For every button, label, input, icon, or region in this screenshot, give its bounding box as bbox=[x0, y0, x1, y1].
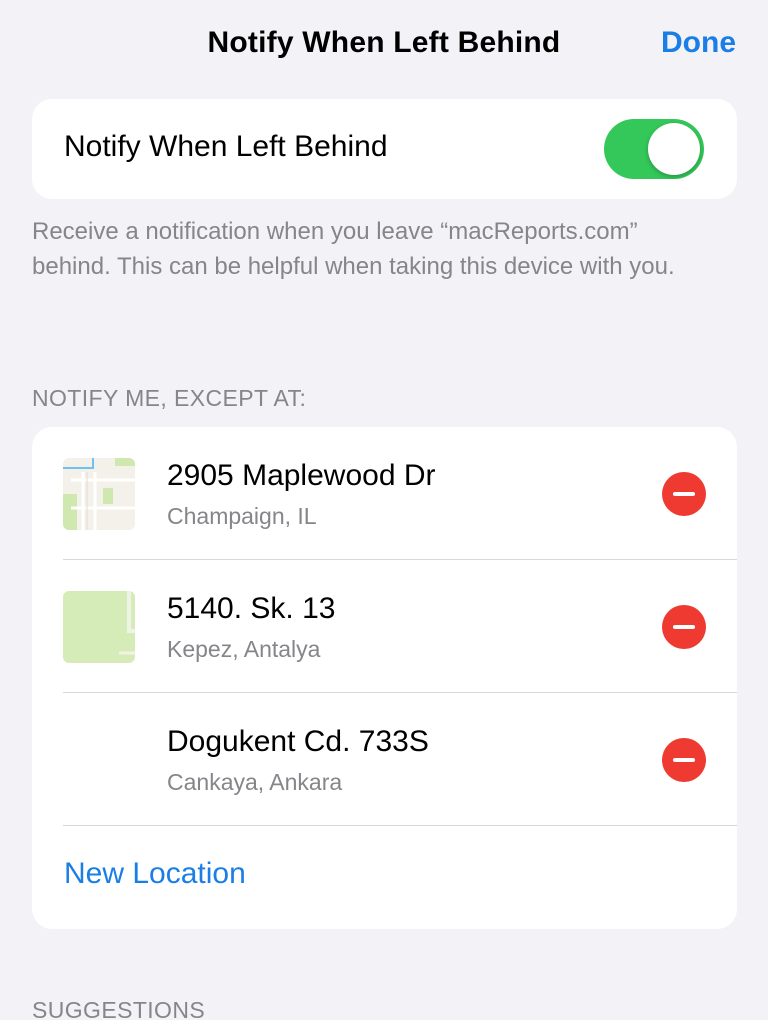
done-button[interactable]: Done bbox=[661, 26, 736, 60]
switch-knob bbox=[648, 123, 700, 175]
location-subtitle: Champaign, IL bbox=[167, 503, 317, 529]
minus-circle-icon[interactable] bbox=[662, 738, 706, 782]
toggle-label: Notify When Left Behind bbox=[64, 130, 388, 163]
location-subtitle: Cankaya, Ankara bbox=[167, 769, 343, 795]
row-divider bbox=[63, 825, 737, 826]
new-location-button[interactable]: New Location bbox=[64, 857, 246, 891]
location-title: Dogukent Cd. 733S bbox=[167, 725, 429, 758]
section-header-except: NOTIFY ME, EXCEPT AT: bbox=[32, 385, 307, 411]
location-row[interactable]: Dogukent Cd. 733S Cankaya, Ankara bbox=[32, 693, 737, 826]
location-title: 5140. Sk. 13 bbox=[167, 592, 336, 625]
location-subtitle: Kepez, Antalya bbox=[167, 636, 321, 662]
locations-list: 2905 Maplewood Dr Champaign, IL 5140. Sk… bbox=[32, 427, 737, 929]
toggle-card: Notify When Left Behind bbox=[32, 99, 737, 199]
location-title: 2905 Maplewood Dr bbox=[167, 459, 436, 492]
toggle-description: Receive a notification when you leave “m… bbox=[32, 218, 675, 280]
minus-circle-icon[interactable] bbox=[662, 605, 706, 649]
notify-toggle-switch[interactable] bbox=[604, 119, 704, 179]
location-row[interactable]: 5140. Sk. 13 Kepez, Antalya bbox=[32, 560, 737, 693]
map-thumbnail bbox=[63, 458, 135, 530]
map-thumbnail bbox=[63, 591, 135, 663]
location-row[interactable]: 2905 Maplewood Dr Champaign, IL bbox=[32, 427, 737, 560]
nav-bar: Notify When Left Behind Done bbox=[0, 0, 768, 92]
minus-circle-icon[interactable] bbox=[662, 472, 706, 516]
section-header-suggestions: SUGGESTIONS bbox=[32, 997, 206, 1020]
screen: Notify When Left Behind Done Notify When… bbox=[0, 0, 768, 1020]
page-title: Notify When Left Behind bbox=[207, 26, 561, 59]
